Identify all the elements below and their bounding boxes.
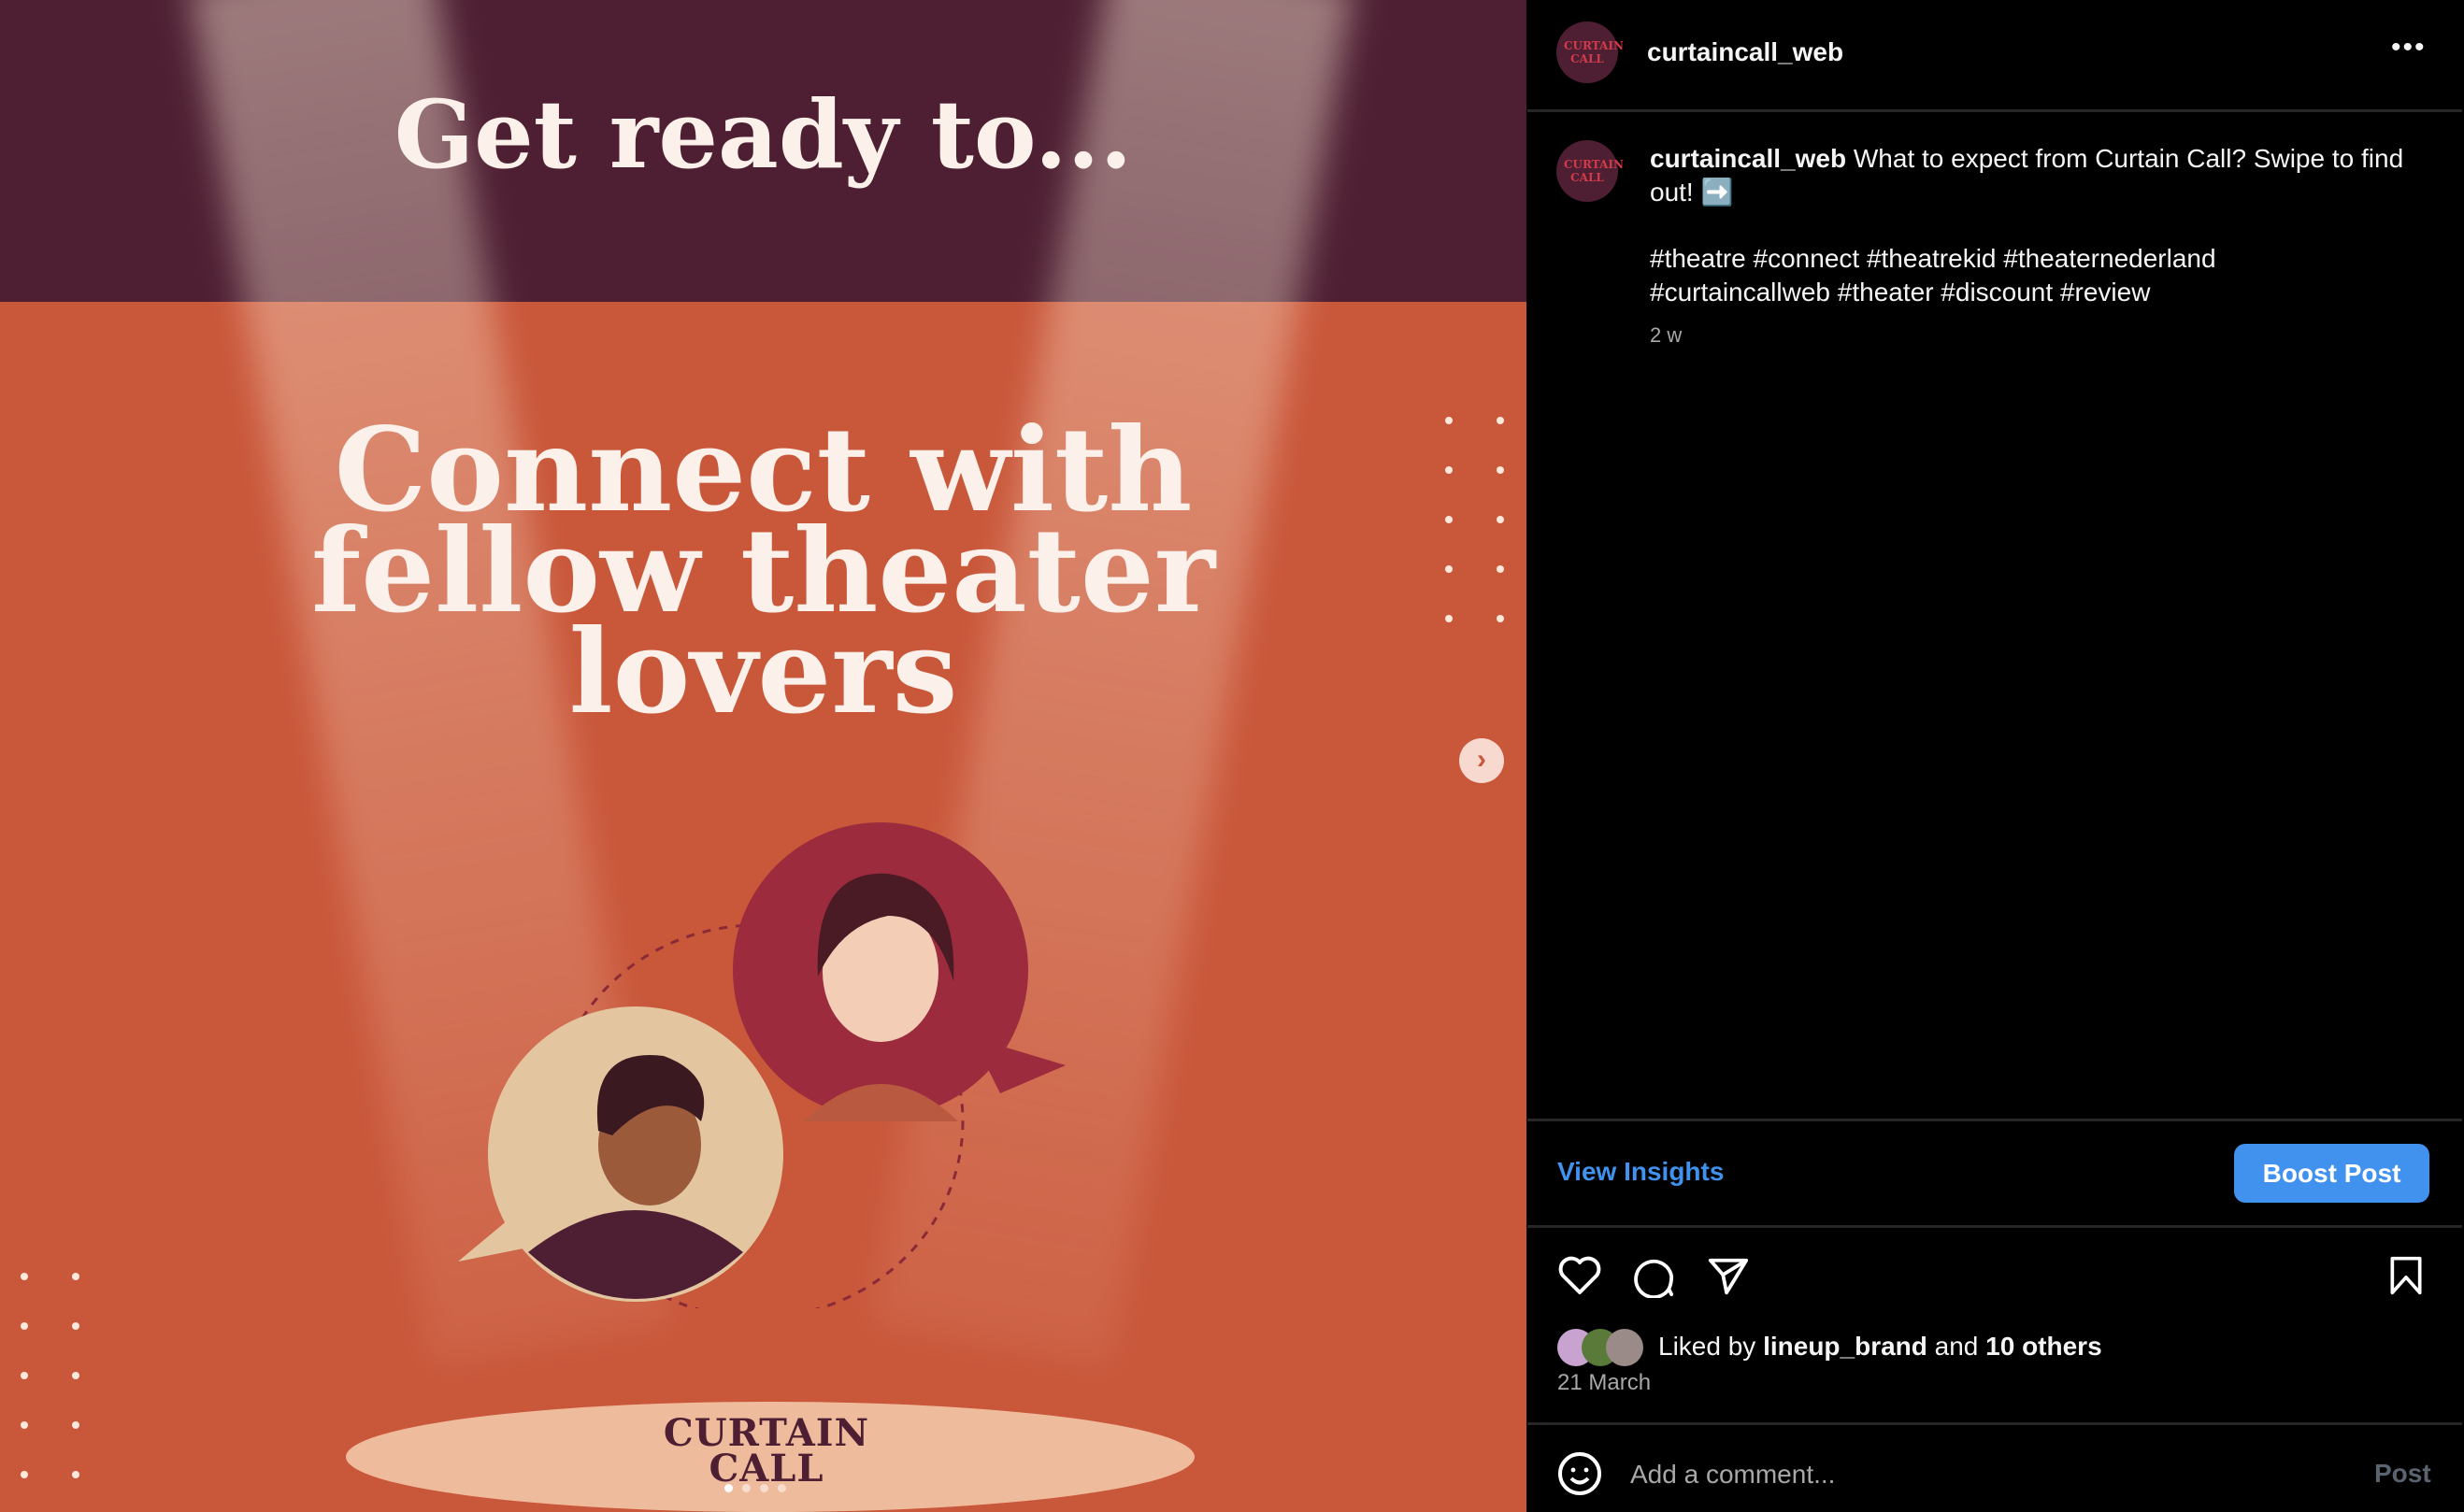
- caption-username[interactable]: curtaincall_web: [1650, 144, 1846, 173]
- boost-post-button[interactable]: Boost Post: [2234, 1144, 2429, 1203]
- chat-illustration: [458, 822, 1066, 1308]
- post-time[interactable]: 2 w: [1650, 323, 1682, 348]
- dot-pattern: [21, 1273, 79, 1478]
- hashtags-line-1[interactable]: #theatre #connect #theatrekid #theaterne…: [1650, 242, 2216, 276]
- avatar-logo-text: CURTAIN CALL: [1564, 39, 1624, 65]
- post-side-panel: CURTAIN CALL curtaincall_web ••• CURTAIN…: [1527, 0, 2464, 1512]
- likes-others-link[interactable]: 10 others: [1985, 1332, 2102, 1361]
- next-slide-button[interactable]: ›: [1459, 738, 1504, 783]
- divider: [1527, 109, 2462, 112]
- emoji-icon[interactable]: [1557, 1451, 1602, 1496]
- more-horizontal-icon[interactable]: •••: [2391, 32, 2427, 64]
- comment-input[interactable]: [1630, 1454, 2285, 1495]
- divider: [1527, 1422, 2462, 1425]
- headline-top: Get ready to...: [394, 79, 1133, 190]
- header-username[interactable]: curtaincall_web: [1647, 36, 1843, 69]
- woman-bubble: [733, 822, 1066, 1121]
- view-insights-link[interactable]: View Insights: [1557, 1157, 1724, 1187]
- liker-avatar: [1606, 1329, 1643, 1366]
- curtain-call-logo: CURTAIN CALL: [663, 1411, 870, 1491]
- heart-icon[interactable]: [1557, 1255, 1602, 1296]
- hashtags-line-2[interactable]: #curtaincallweb #theater #discount #revi…: [1650, 276, 2150, 309]
- headline-main: Connect with fellow theater lovers: [310, 403, 1216, 740]
- divider: [1527, 1119, 2462, 1121]
- caption: curtaincall_web What to expect from Curt…: [1650, 142, 2416, 209]
- post-media-carousel: Get ready to... Connect with fellow thea…: [0, 0, 1526, 1512]
- liker-username[interactable]: lineup_brand: [1763, 1332, 1927, 1361]
- divider: [1527, 1225, 2462, 1228]
- bookmark-icon[interactable]: [2387, 1255, 2425, 1296]
- carousel-pager: [724, 1484, 786, 1492]
- likes-and: and: [1934, 1332, 1979, 1361]
- share-icon[interactable]: [1707, 1255, 1750, 1298]
- liker-avatars[interactable]: [1557, 1329, 1643, 1366]
- likes-summary: Liked by lineup_brand and 10 others: [1658, 1330, 2102, 1363]
- comment-icon[interactable]: [1632, 1255, 1675, 1298]
- post-date[interactable]: 21 March: [1557, 1370, 1651, 1396]
- dot-pattern: [1445, 417, 1504, 622]
- likes-prefix: Liked by: [1658, 1332, 1756, 1361]
- man-bubble: [458, 1006, 783, 1302]
- avatar-logo-text: CURTAIN CALL: [1564, 158, 1624, 184]
- avatar[interactable]: CURTAIN CALL: [1556, 21, 1624, 83]
- post-comment-button[interactable]: Post: [2374, 1459, 2431, 1489]
- caption-avatar[interactable]: CURTAIN CALL: [1556, 140, 1624, 202]
